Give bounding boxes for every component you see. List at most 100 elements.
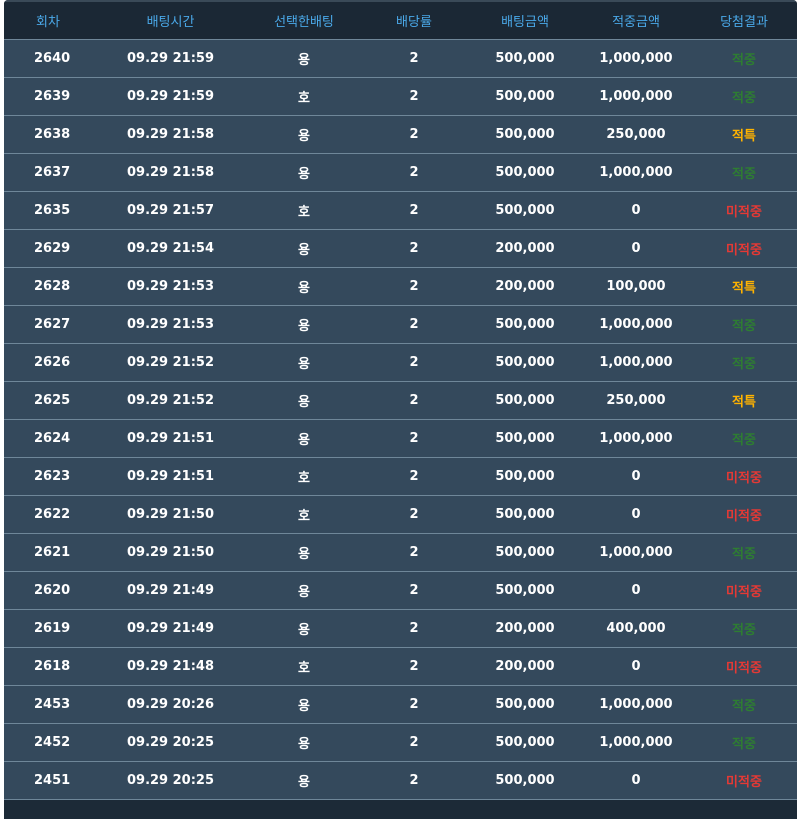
round-cell: 2624: [34, 430, 71, 446]
odds-cell: 2: [409, 278, 419, 294]
bet-time-cell: 09.29 21:59: [126, 50, 215, 66]
payout-cell: 250,000: [606, 392, 666, 408]
selected-bet-cell: 용: [298, 774, 310, 790]
bet-time-cell: 09.29 21:52: [126, 354, 215, 370]
round-cell: 2638: [34, 126, 71, 142]
table-row: 2639 09.29 21:59 호 2 500,000 1,000,000 적중: [4, 77, 797, 115]
result-cell: 미적중: [726, 508, 762, 524]
odds-cell: 2: [409, 202, 419, 218]
table-row: 2619 09.29 21:49 용 2 200,000 400,000 적중: [4, 609, 797, 647]
odds-cell: 2: [409, 392, 419, 408]
odds-cell: 2: [409, 240, 419, 256]
bet-amount-cell: 200,000: [495, 240, 555, 256]
odds-cell: 2: [409, 734, 419, 750]
bet-time-cell: 09.29 21:58: [126, 164, 215, 180]
selected-bet-cell: 호: [298, 204, 310, 220]
table-row: 2451 09.29 20:25 용 2 500,000 0 미적중: [4, 761, 797, 799]
result-cell: 적중: [732, 356, 756, 372]
selected-bet-cell: 용: [298, 584, 310, 600]
bet-time-cell: 09.29 20:25: [126, 772, 215, 788]
bet-time-cell: 09.29 21:53: [126, 316, 215, 332]
payout-cell: 1,000,000: [599, 50, 673, 66]
payout-cell: 1,000,000: [599, 164, 673, 180]
table-row: 2453 09.29 20:26 용 2 500,000 1,000,000 적중: [4, 685, 797, 723]
selected-bet-cell: 용: [298, 356, 310, 372]
table-row: 2622 09.29 21:50 호 2 500,000 0 미적중: [4, 495, 797, 533]
payout-cell: 1,000,000: [599, 88, 673, 104]
bet-time-cell: 09.29 20:26: [126, 696, 215, 712]
round-cell: 2619: [34, 620, 71, 636]
result-cell: 적중: [732, 52, 756, 68]
bet-amount-cell: 200,000: [495, 620, 555, 636]
round-cell: 2629: [34, 240, 71, 256]
selected-bet-cell: 용: [298, 318, 310, 334]
round-cell: 2635: [34, 202, 71, 218]
bet-time-cell: 09.29 21:53: [126, 278, 215, 294]
odds-cell: 2: [409, 696, 419, 712]
selected-bet-cell: 호: [298, 90, 310, 106]
betting-history-panel: 회차 배팅시간 선택한배팅 배당률 배팅금액 적중금액 당첨결과 2640 09.…: [4, 0, 797, 819]
payout-cell: 1,000,000: [599, 696, 673, 712]
payout-cell: 1,000,000: [599, 734, 673, 750]
bet-amount-cell: 500,000: [495, 354, 555, 370]
table-body: 2640 09.29 21:59 용 2 500,000 1,000,000 적중 2639 0…: [4, 39, 797, 799]
selected-bet-cell: 용: [298, 52, 310, 68]
bet-amount-cell: 500,000: [495, 430, 555, 446]
selected-bet-cell: 용: [298, 736, 310, 752]
round-cell: 2451: [34, 772, 71, 788]
odds-cell: 2: [409, 316, 419, 332]
bet-amount-cell: 500,000: [495, 772, 555, 788]
payout-cell: 1,000,000: [599, 316, 673, 332]
bet-amount-cell: 500,000: [495, 202, 555, 218]
table-header: 회차 배팅시간 선택한배팅 배당률 배팅금액 적중금액 당첨결과: [4, 2, 797, 39]
selected-bet-cell: 용: [298, 698, 310, 714]
bet-time-cell: 09.29 21:59: [126, 88, 215, 104]
round-cell: 2618: [34, 658, 71, 674]
result-cell: 미적중: [726, 204, 762, 220]
odds-cell: 2: [409, 50, 419, 66]
table-row: 2629 09.29 21:54 용 2 200,000 0 미적중: [4, 229, 797, 267]
bet-time-cell: 09.29 21:52: [126, 392, 215, 408]
table-row: 2638 09.29 21:58 용 2 500,000 250,000 적특: [4, 115, 797, 153]
payout-cell: 0: [631, 202, 641, 218]
table-row: 2637 09.29 21:58 용 2 500,000 1,000,000 적중: [4, 153, 797, 191]
payout-cell: 0: [631, 772, 641, 788]
table-row: 2635 09.29 21:57 호 2 500,000 0 미적중: [4, 191, 797, 229]
odds-cell: 2: [409, 468, 419, 484]
round-cell: 2623: [34, 468, 71, 484]
result-cell: 적중: [732, 90, 756, 106]
table-row: 2452 09.29 20:25 용 2 500,000 1,000,000 적중: [4, 723, 797, 761]
payout-cell: 0: [631, 240, 641, 256]
payout-cell: 0: [631, 658, 641, 674]
round-cell: 2637: [34, 164, 71, 180]
odds-cell: 2: [409, 544, 419, 560]
bet-time-cell: 09.29 21:48: [126, 658, 215, 674]
header-round: 회차: [36, 14, 60, 30]
bet-time-cell: 09.29 20:25: [126, 734, 215, 750]
payout-cell: 1,000,000: [599, 354, 673, 370]
payout-cell: 100,000: [606, 278, 666, 294]
bet-time-cell: 09.29 21:49: [126, 620, 215, 636]
bet-amount-cell: 500,000: [495, 582, 555, 598]
bet-amount-cell: 200,000: [495, 278, 555, 294]
odds-cell: 2: [409, 430, 419, 446]
bet-time-cell: 09.29 21:58: [126, 126, 215, 142]
bet-amount-cell: 500,000: [495, 506, 555, 522]
header-bet-amount: 배팅금액: [501, 14, 549, 30]
bet-amount-cell: 500,000: [495, 316, 555, 332]
selected-bet-cell: 용: [298, 128, 310, 144]
table-row: 2620 09.29 21:49 용 2 500,000 0 미적중: [4, 571, 797, 609]
table-row: 2640 09.29 21:59 용 2 500,000 1,000,000 적중: [4, 39, 797, 77]
table-row: 2624 09.29 21:51 용 2 500,000 1,000,000 적중: [4, 419, 797, 457]
odds-cell: 2: [409, 354, 419, 370]
selected-bet-cell: 호: [298, 470, 310, 486]
selected-bet-cell: 용: [298, 546, 310, 562]
result-cell: 적중: [732, 432, 756, 448]
round-cell: 2621: [34, 544, 71, 560]
result-cell: 적중: [732, 622, 756, 638]
round-cell: 2452: [34, 734, 71, 750]
odds-cell: 2: [409, 620, 419, 636]
bet-amount-cell: 500,000: [495, 734, 555, 750]
round-cell: 2639: [34, 88, 71, 104]
payout-cell: 1,000,000: [599, 430, 673, 446]
